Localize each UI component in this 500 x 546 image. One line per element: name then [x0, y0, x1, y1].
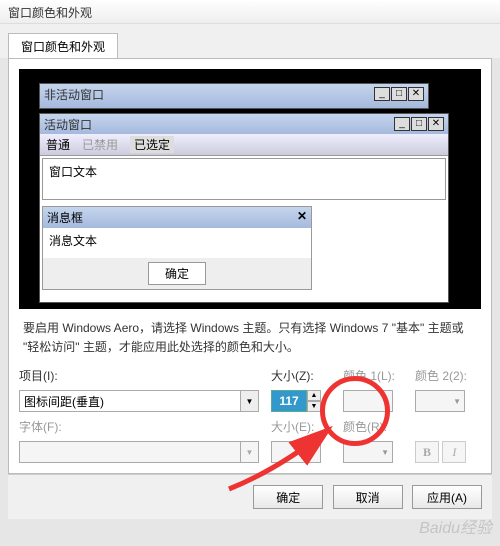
- menu-disabled: 已禁用: [82, 136, 118, 153]
- window-title-bar: 窗口颜色和外观: [0, 0, 500, 24]
- inactive-window-title: 非活动窗口: [44, 86, 104, 103]
- inactive-window: 非活动窗口 _ □ ✕: [39, 83, 429, 109]
- maximize-icon: □: [391, 87, 407, 101]
- fontsize-label: 大小(E):: [271, 418, 331, 435]
- size-spinner[interactable]: ▲ ▼: [271, 390, 331, 412]
- menu-normal: 普通: [46, 136, 70, 153]
- preview-area: 非活动窗口 _ □ ✕ 活动窗口 _ □ ✕ 普通 已禁用 已选定: [19, 69, 481, 309]
- close-icon: ✕: [297, 209, 307, 226]
- color2-combo: ▼: [415, 390, 465, 412]
- minimize-icon: _: [394, 117, 410, 131]
- dialog-footer: 确定 取消 应用(A): [8, 474, 492, 519]
- main-panel: 非活动窗口 _ □ ✕ 活动窗口 _ □ ✕ 普通 已禁用 已选定: [8, 58, 492, 474]
- msgbox-title: 消息框: [47, 209, 83, 226]
- item-value[interactable]: [19, 390, 241, 412]
- ok-button[interactable]: 确定: [253, 485, 323, 509]
- item-label: 项目(I):: [19, 367, 259, 384]
- cancel-button[interactable]: 取消: [333, 485, 403, 509]
- window-text-area: 窗口文本: [42, 158, 446, 200]
- fontcolor-label: 颜色(R):: [343, 418, 403, 435]
- color1-combo: ▼: [343, 390, 393, 412]
- size-label: 大小(Z):: [271, 367, 331, 384]
- item-combo[interactable]: ▼: [19, 390, 259, 412]
- menu-selected: 已选定: [130, 136, 174, 153]
- close-icon: ✕: [428, 117, 444, 131]
- active-window: 活动窗口 _ □ ✕ 普通 已禁用 已选定 窗口文本 消息框 ✕ 消息文本: [39, 113, 449, 303]
- font-value: [19, 441, 241, 463]
- minimize-icon: _: [374, 87, 390, 101]
- chevron-down-icon[interactable]: ▼: [241, 390, 259, 412]
- active-window-title: 活动窗口: [44, 116, 92, 133]
- msgbox-ok-button: 确定: [148, 262, 206, 285]
- color1-label: 颜色 1(L):: [343, 367, 403, 384]
- maximize-icon: □: [411, 117, 427, 131]
- tab-strip: 窗口颜色和外观: [0, 24, 500, 58]
- tab-appearance[interactable]: 窗口颜色和外观: [8, 33, 118, 59]
- msgbox-text: 消息文本: [43, 228, 311, 258]
- message-box: 消息框 ✕ 消息文本 确定: [42, 206, 312, 290]
- window-title: 窗口颜色和外观: [8, 6, 92, 20]
- fontcolor-combo: ▼: [343, 441, 393, 463]
- apply-button[interactable]: 应用(A): [412, 485, 482, 509]
- spin-down-icon[interactable]: ▼: [307, 401, 321, 412]
- font-label: 字体(F):: [19, 418, 259, 435]
- bold-button: B: [415, 441, 439, 463]
- close-icon: ✕: [408, 87, 424, 101]
- spin-up-icon[interactable]: ▲: [307, 390, 321, 401]
- font-combo: ▼: [19, 441, 259, 463]
- color2-label: 颜色 2(2):: [415, 367, 475, 384]
- fontsize-combo: ▼: [271, 441, 321, 463]
- italic-button: I: [442, 441, 466, 463]
- chevron-down-icon: ▼: [241, 441, 259, 463]
- size-value[interactable]: [271, 390, 307, 412]
- settings-form: 项目(I): 大小(Z): 颜色 1(L): 颜色 2(2): ▼ ▲ ▼ ▼ …: [19, 367, 481, 463]
- menu-bar: 普通 已禁用 已选定: [40, 134, 448, 156]
- aero-note: 要启用 Windows Aero，请选择 Windows 主题。只有选择 Win…: [19, 309, 481, 367]
